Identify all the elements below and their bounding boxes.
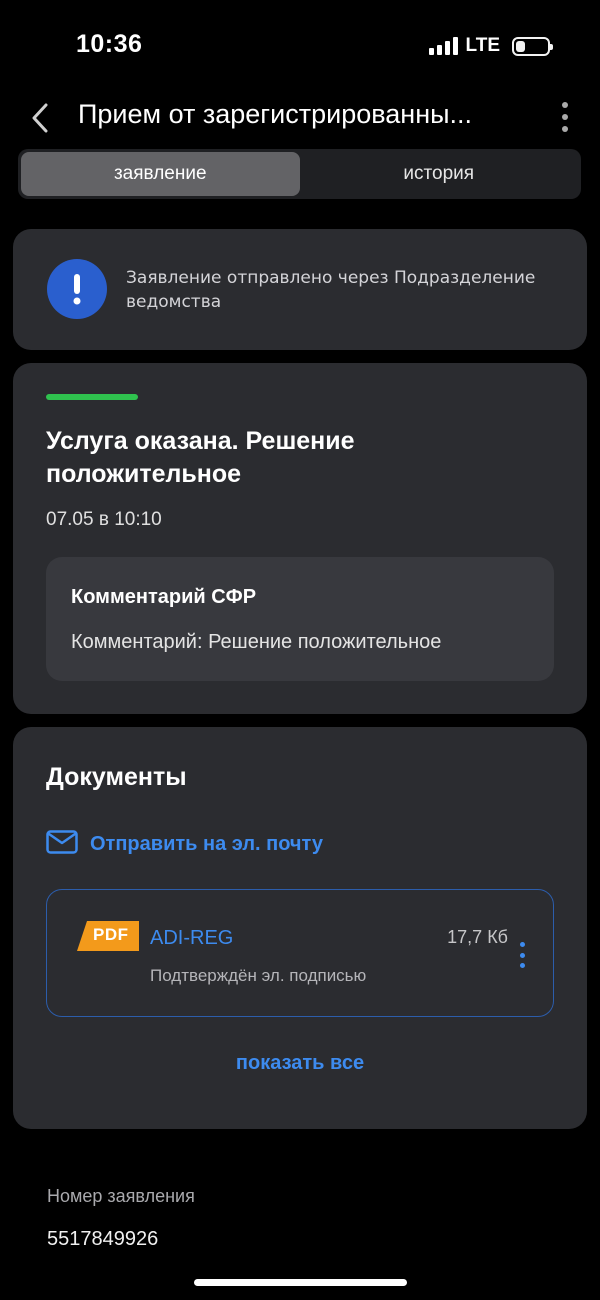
tab-history[interactable]: история — [300, 152, 579, 196]
signal-icon — [428, 37, 458, 55]
application-number-label: Номер заявления — [47, 1186, 195, 1206]
document-item[interactable]: PDF ADI-REG 17,7 Кб Подтверждён эл. подп… — [46, 889, 554, 1017]
chevron-left-icon[interactable] — [26, 98, 56, 138]
application-number: 5517849926 — [47, 1228, 159, 1250]
battery-icon — [512, 36, 553, 56]
status-card: Услуга оказана. Решение положительное 07… — [13, 363, 587, 714]
page-title: Прием от зарегистрированны... — [78, 99, 473, 129]
status-bar: 10:36 LTE — [0, 0, 600, 90]
comment-heading: Комментарий СФР — [71, 586, 257, 608]
status-time: 10:36 — [76, 30, 143, 58]
send-email-button[interactable]: Отправить на эл. почту — [46, 830, 323, 859]
segmented-tabs: заявление история — [18, 149, 581, 199]
info-card: Заявление отправлено через Подразделение… — [13, 229, 587, 350]
exclamation-icon — [47, 259, 107, 319]
network-type: LTE — [465, 35, 500, 56]
tab-application[interactable]: заявление — [21, 152, 300, 196]
status-date: 07.05 в 10:10 — [46, 509, 162, 530]
pdf-badge-label: PDF — [93, 925, 129, 944]
status-title: Услуга оказана. Решение положительное — [46, 427, 355, 488]
documents-title: Документы — [46, 763, 187, 791]
show-all-button[interactable]: показать все — [13, 1052, 587, 1075]
document-name[interactable]: ADI-REG — [150, 927, 233, 950]
more-vertical-icon[interactable] — [558, 102, 572, 132]
info-text: Заявление отправлено через Подразделение… — [126, 268, 536, 312]
document-size: 17,7 Кб — [447, 927, 508, 947]
document-menu-icon[interactable] — [517, 942, 527, 968]
navigation-bar: Прием от зарегистрированны... — [0, 90, 600, 145]
comment-body: Комментарий: Решение положительное — [71, 631, 442, 653]
send-email-label: Отправить на эл. почту — [90, 833, 323, 855]
status-indicator — [46, 394, 138, 400]
status-indicators: LTE — [428, 35, 553, 57]
documents-card: Документы Отправить на эл. почту PDF ADI… — [13, 727, 587, 1129]
home-indicator[interactable] — [194, 1279, 407, 1286]
pdf-file-icon: PDF — [77, 921, 139, 951]
envelope-icon — [46, 830, 78, 859]
comment-box: Комментарий СФР Комментарий: Решение пол… — [46, 557, 554, 681]
document-signature-status: Подтверждён эл. подписью — [150, 966, 367, 985]
